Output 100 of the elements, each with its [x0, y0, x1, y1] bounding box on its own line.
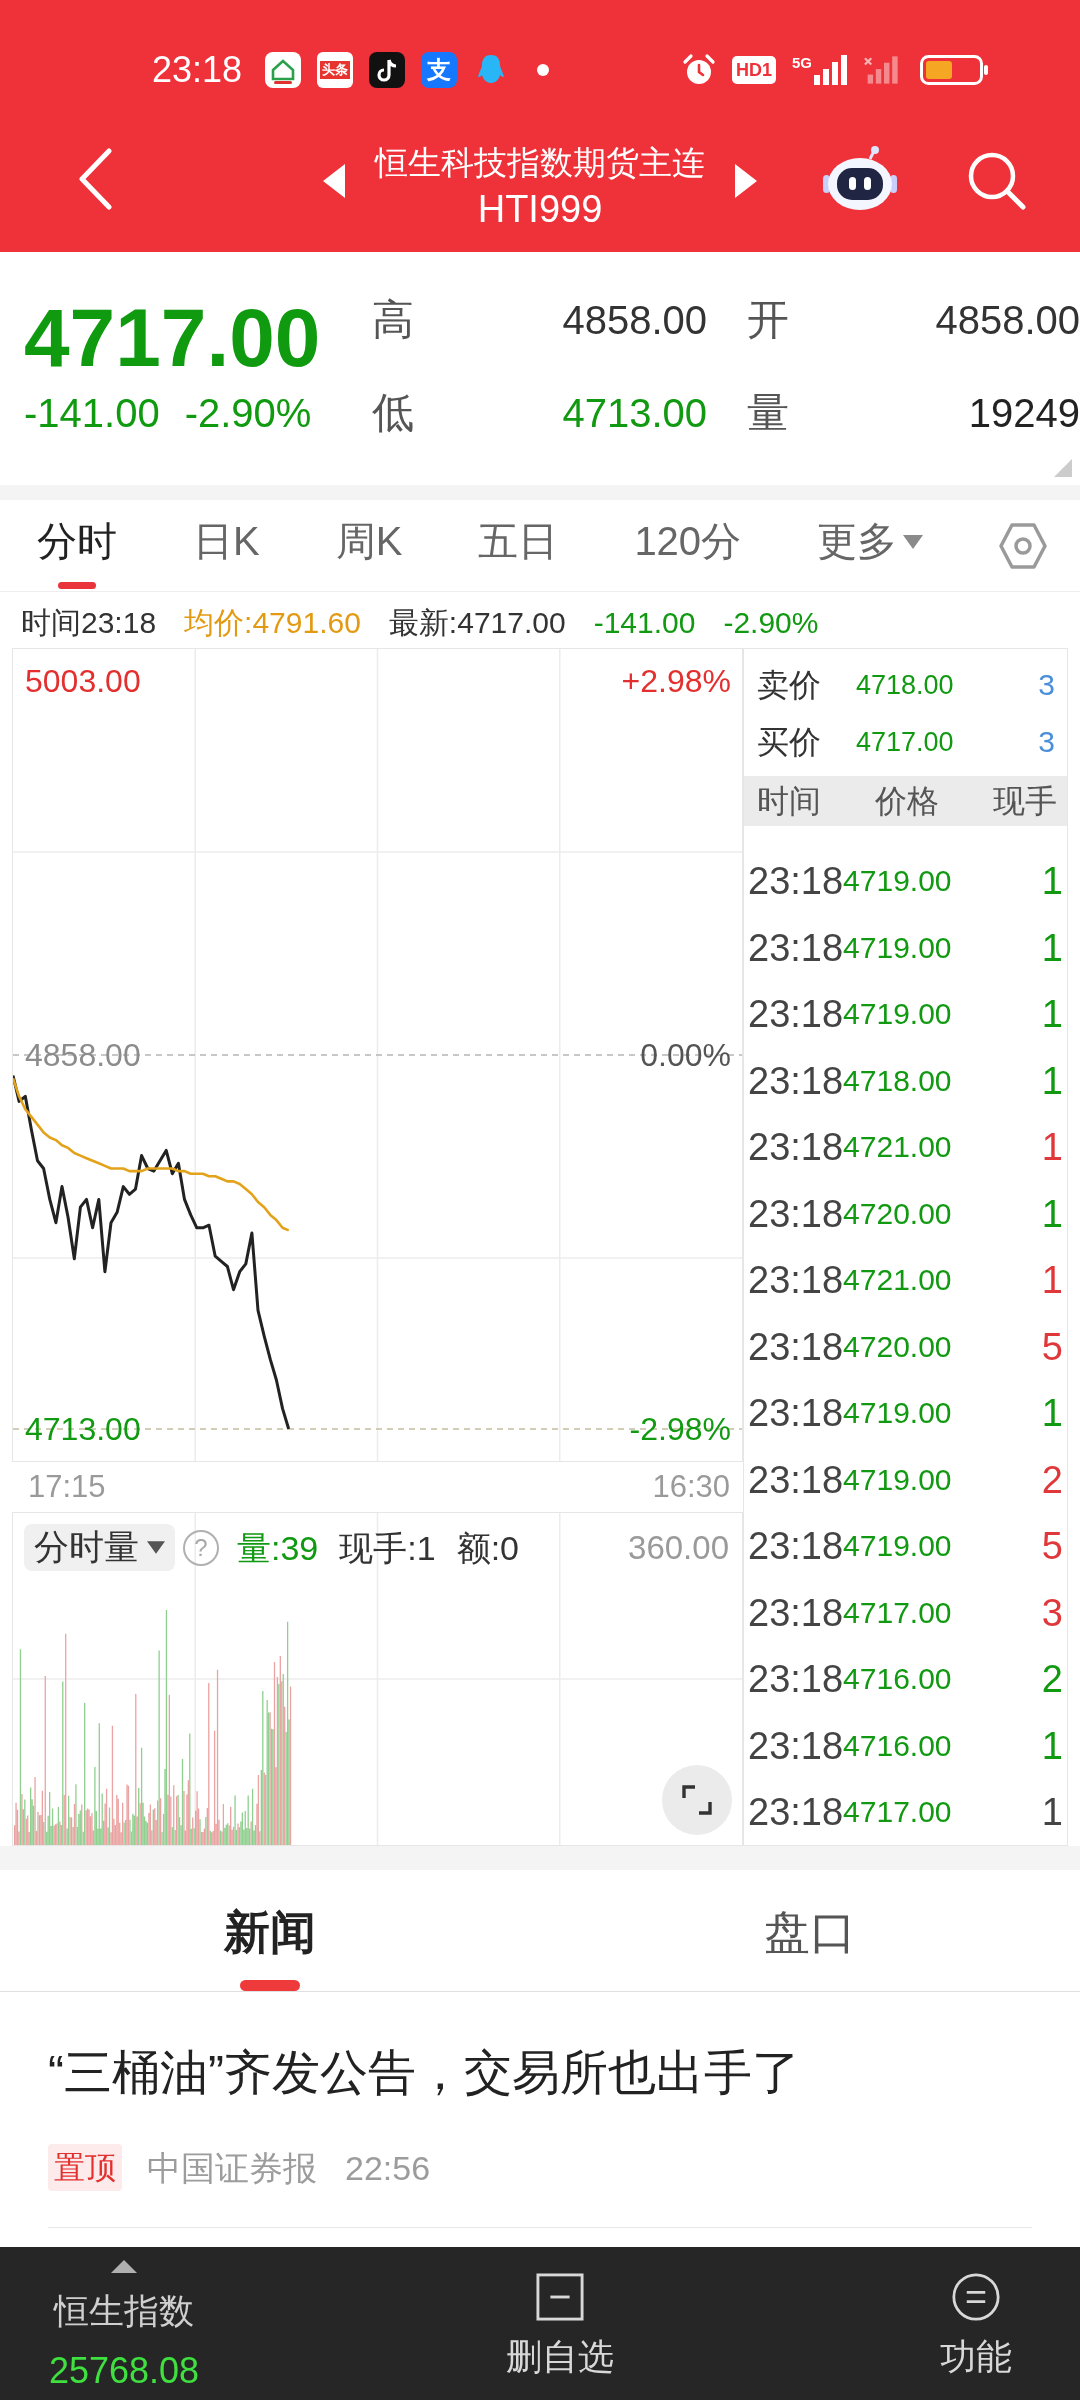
quote-info-text: 均价:4791.60	[184, 605, 361, 641]
robot-assistant-icon[interactable]	[823, 145, 897, 211]
price-axis-label: 4858.00	[25, 1036, 141, 1075]
volume-reading: 量:39	[237, 1527, 319, 1568]
price-axis-label: 5003.00	[25, 662, 141, 701]
stat-value: 19249	[968, 389, 1080, 437]
back-icon[interactable]	[77, 148, 113, 210]
text-app-icon: 头条	[317, 52, 354, 88]
stat-label: 量	[747, 387, 789, 438]
battery-icon	[920, 55, 988, 85]
signal-bars-icon	[814, 55, 848, 85]
trade-price: 4717.00	[843, 1794, 952, 1831]
trade-volume: 1	[1041, 1393, 1063, 1434]
trade-volume: 2	[1041, 1659, 1063, 1700]
trade-price: 4720.00	[843, 1195, 952, 1232]
order-label: 买价	[757, 722, 821, 762]
price-change: -141.00	[24, 390, 160, 437]
caret-icon	[147, 1541, 165, 1554]
trade-volume: 1	[1041, 861, 1063, 902]
trade-time: 23:18	[748, 861, 844, 902]
chart-tab[interactable]: 更多	[817, 500, 924, 591]
chart-tab[interactable]: 分时	[37, 500, 117, 591]
functions-button[interactable]: 功能	[940, 2273, 1012, 2379]
trade-volume: 1	[1041, 1060, 1063, 1101]
last-price: 4717.00	[24, 291, 322, 385]
trade-price: 4721.00	[843, 1129, 952, 1166]
trade-time: 23:18	[748, 1526, 844, 1567]
stat-label: 开	[747, 294, 789, 345]
news-tab[interactable]: 盘口	[754, 1870, 866, 1991]
trade-time: 23:18	[748, 994, 844, 1035]
trade-price: 4719.00	[843, 863, 952, 900]
previous-triangle-icon[interactable]	[323, 164, 345, 198]
trade-price: 4719.00	[843, 996, 952, 1033]
search-icon[interactable]	[966, 150, 1026, 210]
trade-price: 4718.00	[843, 1062, 952, 1099]
network-type-label: 5G	[792, 55, 812, 71]
trade-price: 4719.00	[843, 929, 952, 966]
header-title: 恒生科技指数期货主连	[375, 143, 705, 183]
status-time: 23:18	[152, 50, 243, 90]
equals-circle-icon	[952, 2273, 1000, 2321]
alarm-clock-icon	[681, 53, 716, 87]
price-axis-label: 4713.00	[25, 1410, 141, 1449]
volume-max-label: 360.00	[628, 1527, 729, 1568]
chart-tab[interactable]: 120分	[634, 500, 742, 591]
column-header: 价格	[875, 782, 939, 821]
order-quantity: 3	[1038, 666, 1055, 703]
trade-time: 23:18	[748, 1592, 844, 1633]
time-axis-label: 16:30	[652, 1468, 730, 1506]
quote-info-text: 时间23:18	[21, 605, 157, 641]
index-value: 25768.08	[48, 2349, 200, 2393]
fullscreen-icon	[681, 1784, 713, 1816]
trade-time: 23:18	[748, 1659, 844, 1700]
caret-icon	[903, 534, 924, 549]
up-triangle-icon[interactable]	[111, 2260, 137, 2273]
trade-price: 4719.00	[843, 1528, 952, 1565]
trade-time: 23:18	[748, 1792, 844, 1833]
trade-volume: 3	[1041, 1592, 1063, 1633]
news-source: 中国证券报	[147, 2147, 317, 2188]
quote-info-text: 最新:4717.00	[388, 605, 566, 641]
chart-tab[interactable]: 五日	[478, 500, 559, 591]
trade-volume: 1	[1041, 927, 1063, 968]
stat-label: 低	[372, 387, 415, 438]
settings-icon[interactable]	[999, 521, 1048, 570]
trade-time: 23:18	[748, 1060, 844, 1101]
remove-watchlist-button[interactable]: 删自选	[506, 2273, 614, 2379]
trade-time: 23:18	[748, 1725, 844, 1766]
trade-volume: 5	[1041, 1326, 1063, 1367]
chart-tab[interactable]: 周K	[335, 500, 403, 591]
next-triangle-icon[interactable]	[735, 164, 757, 198]
trade-volume: 1	[1041, 1725, 1063, 1766]
hd-badge: HD1	[731, 56, 776, 84]
news-headline[interactable]: “三桶油”齐发公告，交易所也出手了	[48, 2043, 1032, 2103]
column-header: 时间	[757, 782, 821, 821]
trade-volume: 1	[1041, 1193, 1063, 1234]
quote-info-text: -141.00	[593, 605, 696, 641]
header-code: HTI999	[477, 187, 603, 232]
index-name: 恒生指数	[54, 2290, 194, 2332]
trade-time: 23:18	[748, 1326, 844, 1367]
stat-value: 4713.00	[562, 389, 707, 437]
order-quantity: 3	[1038, 723, 1055, 760]
music-note-app-icon	[369, 52, 406, 88]
chart-tab[interactable]: 日K	[193, 500, 260, 591]
trade-price: 4717.00	[843, 1594, 952, 1631]
order-price: 4718.00	[856, 668, 954, 702]
stat-label: 高	[372, 294, 415, 345]
house-app-icon	[265, 52, 302, 88]
news-time: 22:56	[345, 2147, 431, 2188]
trade-volume: 1	[1041, 1792, 1063, 1833]
trade-volume: 5	[1041, 1526, 1063, 1567]
trade-price: 4719.00	[843, 1461, 952, 1498]
trade-price: 4721.00	[843, 1262, 952, 1299]
stat-value: 4858.00	[562, 296, 707, 344]
stat-value: 4858.00	[935, 296, 1080, 344]
trade-price: 4716.00	[843, 1727, 952, 1764]
trade-time: 23:18	[748, 1459, 844, 1500]
amount-reading: 额:0	[456, 1527, 519, 1568]
volume-indicator-dropdown[interactable]: 分时量	[24, 1524, 175, 1571]
trade-time: 23:18	[748, 1127, 844, 1168]
trade-volume: 1	[1041, 994, 1063, 1035]
news-tab[interactable]: 新闻	[214, 1870, 326, 1991]
